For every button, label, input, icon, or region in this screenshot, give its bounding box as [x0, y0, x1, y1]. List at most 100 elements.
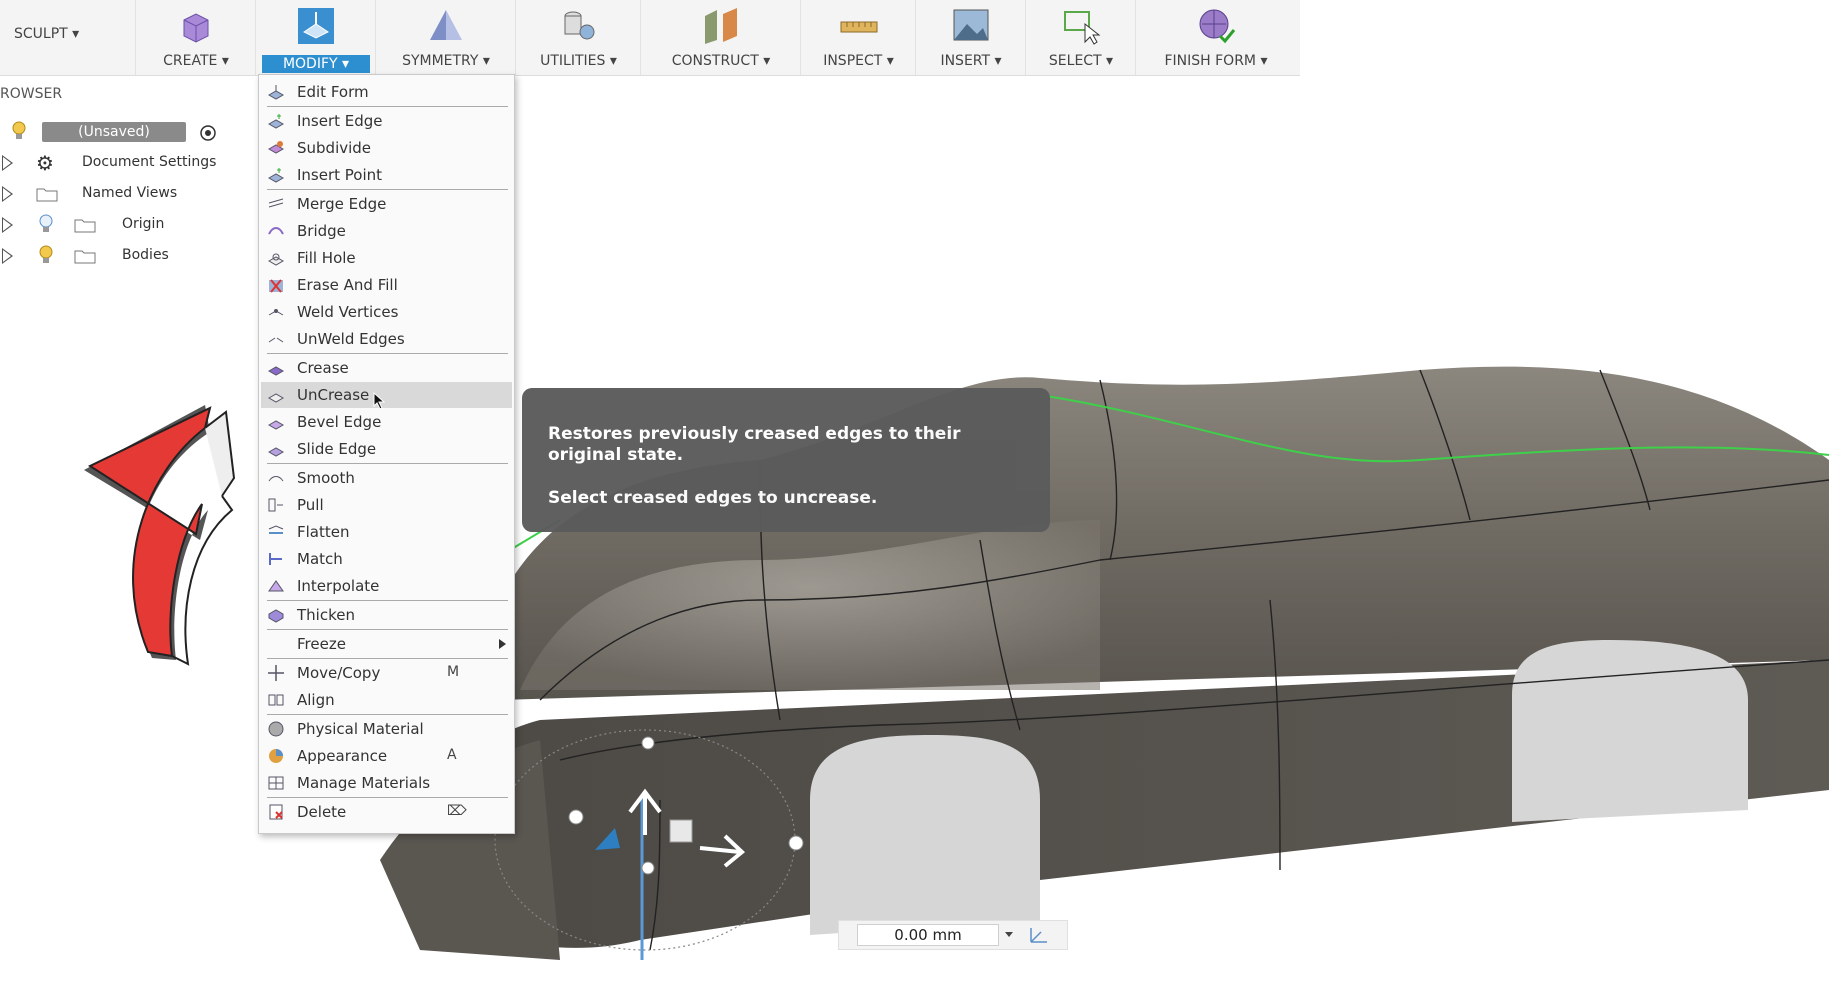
- create-menu-button[interactable]: CREATE ▾: [135, 0, 256, 75]
- fill-hole-icon: [267, 253, 285, 266]
- menu-item-flatten[interactable]: Flatten: [261, 519, 512, 545]
- expand-triangle-icon[interactable]: [2, 248, 13, 264]
- expand-triangle-icon[interactable]: [2, 186, 13, 202]
- folder-icon: [74, 250, 96, 264]
- tree-item-label: Bodies: [122, 247, 169, 263]
- symmetry-menu-button[interactable]: SYMMETRY ▾: [375, 0, 516, 75]
- browser-root-row[interactable]: (Unsaved): [0, 120, 230, 144]
- menu-item-erase-and-fill[interactable]: Erase And Fill: [261, 272, 512, 298]
- menu-item-thicken[interactable]: Thicken: [261, 602, 512, 628]
- radio-target-icon[interactable]: [198, 124, 218, 142]
- menu-item-merge-edge[interactable]: Merge Edge: [261, 191, 512, 217]
- select-menu-button[interactable]: SELECT ▾: [1025, 0, 1136, 75]
- menu-item-manage-materials[interactable]: Manage Materials: [261, 770, 512, 796]
- menu-item-appearance[interactable]: Appearance A: [261, 743, 512, 769]
- menu-item-weld-vertices[interactable]: Weld Vertices: [261, 299, 512, 325]
- tooltip-instruction: Select creased edges to uncrease.: [548, 488, 878, 508]
- menu-item-align[interactable]: Align: [261, 687, 512, 713]
- lightbulb-off-icon[interactable]: [38, 213, 54, 237]
- menu-item-edit-form[interactable]: Edit Form: [261, 79, 512, 105]
- inspect-menu-button[interactable]: INSPECT ▾: [800, 0, 916, 75]
- modify-menu-button[interactable]: MODIFY ▾: [255, 0, 376, 75]
- menu-item-pull[interactable]: Pull: [261, 492, 512, 518]
- insert-menu-button[interactable]: INSERT ▾: [915, 0, 1026, 75]
- create-box-icon: [183, 13, 209, 43]
- tree-item-label: Named Views: [82, 185, 178, 201]
- workspace-switcher[interactable]: SCULPT ▾: [14, 26, 79, 42]
- construct-plane-icon: [705, 8, 737, 44]
- unweld-edges-icon: [268, 337, 284, 343]
- menu-item-bevel-edge[interactable]: Bevel Edge: [261, 409, 512, 435]
- physical-material-icon: [268, 721, 284, 737]
- menu-item-freeze[interactable]: Freeze: [261, 631, 512, 657]
- finish-form-button[interactable]: FINISH FORM ▾: [1135, 0, 1296, 75]
- weld-vertices-icon: [268, 309, 284, 316]
- expand-triangle-icon[interactable]: [2, 217, 13, 233]
- finish-form-label: FINISH FORM ▾: [1164, 53, 1268, 69]
- delete-icon: [269, 804, 283, 820]
- tree-item-origin[interactable]: Origin: [0, 213, 190, 237]
- tree-item-bodies[interactable]: Bodies: [0, 244, 190, 268]
- menu-item-delete[interactable]: Delete ⌦: [261, 799, 512, 825]
- gear-icon: ⚙: [36, 151, 54, 175]
- menu-item-subdivide[interactable]: Subdivide: [261, 135, 512, 161]
- menu-item-smooth[interactable]: Smooth: [261, 465, 512, 491]
- menu-item-fill-hole[interactable]: Fill Hole: [261, 245, 512, 271]
- menu-separator: [267, 189, 508, 190]
- utilities-menu-button[interactable]: UTILITIES ▾: [515, 0, 641, 75]
- menu-item-interpolate[interactable]: Interpolate: [261, 573, 512, 599]
- distance-input[interactable]: 0.00 mm: [857, 924, 999, 946]
- menu-separator: [267, 353, 508, 354]
- menu-shortcut: M: [447, 664, 460, 680]
- tree-item-label: Document Settings: [82, 154, 217, 170]
- menu-item-unweld-edges[interactable]: UnWeld Edges: [261, 326, 512, 352]
- menu-item-insert-edge[interactable]: Insert Edge: [261, 108, 512, 134]
- create-label: CREATE ▾: [163, 53, 229, 69]
- smooth-icon: [268, 476, 284, 482]
- menu-item-label: Thicken: [297, 606, 355, 624]
- menu-item-physical-material[interactable]: Physical Material: [261, 716, 512, 742]
- expand-triangle-icon[interactable]: [2, 155, 13, 171]
- menu-item-label: Crease: [297, 359, 349, 377]
- menu-shortcut: A: [447, 747, 457, 763]
- menu-item-insert-point[interactable]: Insert Point: [261, 162, 512, 188]
- uncrease-tooltip: Restores previously creased edges to the…: [522, 388, 1050, 532]
- axis-triad-icon[interactable]: [1027, 924, 1051, 946]
- chevron-down-icon[interactable]: [1005, 932, 1013, 937]
- tree-item-named-views[interactable]: Named Views: [0, 182, 210, 206]
- insert-image-icon: [953, 9, 989, 41]
- menu-item-label: Insert Edge: [297, 112, 383, 130]
- menu-item-label: Smooth: [297, 469, 355, 487]
- menu-item-bridge[interactable]: Bridge: [261, 218, 512, 244]
- mouse-cursor-icon: [373, 392, 386, 410]
- menu-item-uncrease[interactable]: UnCrease: [261, 382, 512, 410]
- subdivide-icon: [267, 141, 285, 154]
- tree-item-label: Origin: [122, 216, 165, 232]
- lightbulb-icon[interactable]: [10, 120, 28, 144]
- menu-item-label: Manage Materials: [297, 774, 431, 792]
- inspect-ruler-icon: [840, 21, 877, 33]
- uncrease-icon: [267, 393, 285, 403]
- tree-item-document-settings[interactable]: ⚙ Document Settings: [0, 151, 250, 175]
- menu-item-label: Bevel Edge: [297, 413, 382, 431]
- select-label: SELECT ▾: [1048, 53, 1114, 69]
- menu-item-crease[interactable]: Crease: [261, 355, 512, 381]
- menu-item-match[interactable]: Match: [261, 546, 512, 572]
- construct-menu-button[interactable]: CONSTRUCT ▾: [640, 0, 801, 75]
- thicken-icon: [268, 609, 284, 623]
- menu-item-slide-edge[interactable]: Slide Edge: [261, 436, 512, 462]
- utilities-label: UTILITIES ▾: [540, 53, 617, 69]
- document-name: (Unsaved): [42, 122, 186, 142]
- select-cursor-icon: [1064, 11, 1101, 45]
- menu-item-move-copy[interactable]: Move/Copy M: [261, 660, 512, 686]
- distance-input-box: 0.00 mm: [838, 920, 1068, 950]
- lightbulb-icon[interactable]: [38, 244, 54, 268]
- menu-item-label: Insert Point: [297, 166, 383, 184]
- menu-item-label: Fill Hole: [297, 249, 356, 267]
- menu-separator: [267, 797, 508, 798]
- red-curved-arrow: [84, 405, 236, 666]
- manage-materials-icon: [268, 776, 284, 790]
- align-icon: [268, 694, 284, 706]
- menu-item-label: Move/Copy: [297, 664, 381, 682]
- appearance-icon: [269, 749, 283, 763]
